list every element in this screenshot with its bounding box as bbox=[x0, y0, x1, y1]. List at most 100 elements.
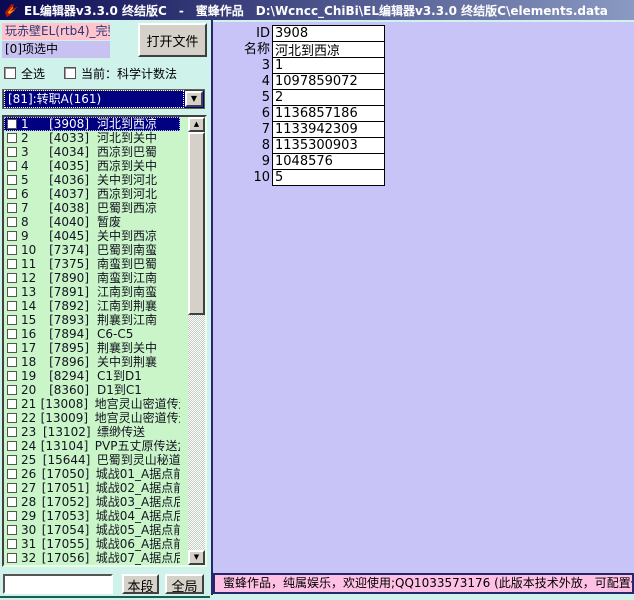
list-item[interactable]: 8 [4040] 暂废 bbox=[4, 215, 180, 229]
list-item[interactable]: 25 [15644] 巴蜀到灵山秘道 bbox=[4, 453, 180, 467]
list-item[interactable]: 29 [17053] 城战04_A据点后 bbox=[4, 509, 180, 523]
list-item[interactable]: 24 [13104] PVP五丈原传送盒 bbox=[4, 439, 180, 453]
element-list[interactable]: 1 [3908] 河北到西凉 2 [4033] 河北到关中 3 [4034] 西… bbox=[2, 115, 207, 567]
field-input[interactable] bbox=[272, 89, 385, 106]
list-item[interactable]: 10 [7374] 巴蜀到南蛮 bbox=[4, 243, 180, 257]
item-number: 8 bbox=[21, 215, 43, 229]
item-checkbox[interactable] bbox=[7, 175, 17, 185]
selection-count-label: [0]项选中 bbox=[2, 41, 110, 58]
list-item[interactable]: 7 [4038] 巴蜀到西凉 bbox=[4, 201, 180, 215]
list-item[interactable]: 6 [4037] 西凉到河北 bbox=[4, 187, 180, 201]
item-checkbox[interactable] bbox=[7, 189, 17, 199]
item-checkbox[interactable] bbox=[7, 329, 17, 339]
list-item[interactable]: 14 [7892] 江南到荆襄 bbox=[4, 299, 180, 313]
list-item[interactable]: 26 [17050] 城战01_A据点前 bbox=[4, 467, 180, 481]
item-checkbox[interactable] bbox=[7, 147, 17, 157]
item-checkbox[interactable] bbox=[7, 511, 17, 521]
list-item[interactable]: 4 [4035] 西凉到关中 bbox=[4, 159, 180, 173]
item-checkbox[interactable] bbox=[7, 399, 17, 409]
list-item[interactable]: 16 [7894] C6-C5 bbox=[4, 327, 180, 341]
global-search-button[interactable]: 全局 bbox=[165, 574, 204, 594]
item-checkbox[interactable] bbox=[7, 539, 17, 549]
field-input[interactable] bbox=[272, 121, 385, 138]
scrollbar-thumb[interactable] bbox=[188, 132, 205, 315]
item-checkbox[interactable] bbox=[7, 301, 17, 311]
item-checkbox[interactable] bbox=[7, 203, 17, 213]
item-checkbox[interactable] bbox=[7, 231, 17, 241]
item-checkbox[interactable] bbox=[7, 119, 17, 129]
list-item[interactable]: 20 [8360] D1到C1 bbox=[4, 383, 180, 397]
field-input[interactable] bbox=[272, 73, 385, 90]
item-checkbox[interactable] bbox=[7, 259, 17, 269]
list-item[interactable]: 18 [7896] 关中到荆襄 bbox=[4, 355, 180, 369]
item-number: 22 bbox=[21, 411, 41, 425]
section-search-button[interactable]: 本段 bbox=[122, 574, 159, 594]
item-checkbox[interactable] bbox=[7, 133, 17, 143]
item-checkbox[interactable] bbox=[7, 217, 17, 227]
search-input[interactable] bbox=[3, 574, 113, 594]
list-item[interactable]: 19 [8294] C1到D1 bbox=[4, 369, 180, 383]
category-dropdown[interactable]: [81]:转职A(161) ▼ bbox=[2, 89, 205, 109]
item-checkbox[interactable] bbox=[7, 469, 17, 479]
list-item[interactable]: 2 [4033] 河北到关中 bbox=[4, 131, 180, 145]
open-file-button[interactable]: 打开文件 bbox=[138, 23, 207, 57]
list-item[interactable]: 5 [4036] 关中到河北 bbox=[4, 173, 180, 187]
list-item[interactable]: 12 [7890] 南蛮到江南 bbox=[4, 271, 180, 285]
field-input[interactable] bbox=[272, 41, 385, 58]
list-item[interactable]: 9 [4045] 关中到西凉 bbox=[4, 229, 180, 243]
item-checkbox[interactable] bbox=[7, 161, 17, 171]
item-name: 城战02_A据点前 bbox=[96, 481, 180, 495]
item-checkbox[interactable] bbox=[7, 245, 17, 255]
field-input[interactable] bbox=[272, 169, 385, 186]
scientific-notation-checkbox[interactable] bbox=[64, 67, 76, 79]
item-name: 城战07_A据点后 bbox=[96, 551, 180, 565]
dropdown-arrow-icon[interactable]: ▼ bbox=[185, 91, 203, 107]
item-checkbox[interactable] bbox=[7, 385, 17, 395]
list-item[interactable]: 21 [13008] 地宫灵山密道传送 bbox=[4, 397, 180, 411]
field-input[interactable] bbox=[272, 105, 385, 122]
item-checkbox[interactable] bbox=[7, 441, 17, 451]
item-id: [8360] bbox=[43, 383, 89, 397]
item-checkbox[interactable] bbox=[7, 427, 17, 437]
item-checkbox[interactable] bbox=[7, 553, 17, 563]
list-scrollbar[interactable]: ▲ ▼ bbox=[188, 117, 205, 565]
item-checkbox[interactable] bbox=[7, 497, 17, 507]
list-item[interactable]: 17 [7895] 荆襄到关中 bbox=[4, 341, 180, 355]
item-checkbox[interactable] bbox=[7, 357, 17, 367]
field-input[interactable] bbox=[272, 57, 385, 74]
item-checkbox[interactable] bbox=[7, 413, 17, 423]
item-name: 西凉到关中 bbox=[97, 159, 157, 173]
item-id: [7892] bbox=[43, 299, 89, 313]
item-id: [7891] bbox=[43, 285, 89, 299]
field-input[interactable] bbox=[272, 137, 385, 154]
item-checkbox[interactable] bbox=[7, 315, 17, 325]
item-checkbox[interactable] bbox=[7, 287, 17, 297]
field-label: 10 bbox=[213, 169, 272, 186]
list-item[interactable]: 13 [7891] 江南到南蛮 bbox=[4, 285, 180, 299]
field-input[interactable] bbox=[272, 25, 385, 42]
item-id: [4033] bbox=[43, 131, 89, 145]
list-item[interactable]: 31 [17055] 城战06_A据点前 bbox=[4, 537, 180, 551]
list-item[interactable]: 23 [13102] 缥缈传送 bbox=[4, 425, 180, 439]
item-name: 关中到河北 bbox=[97, 173, 157, 187]
item-checkbox[interactable] bbox=[7, 371, 17, 381]
item-checkbox[interactable] bbox=[7, 455, 17, 465]
list-item[interactable]: 11 [7375] 南蛮到巴蜀 bbox=[4, 257, 180, 271]
list-item[interactable]: 27 [17051] 城战02_A据点前 bbox=[4, 481, 180, 495]
list-item[interactable]: 1 [3908] 河北到西凉 bbox=[4, 117, 180, 131]
list-item[interactable]: 22 [13009] 地宫灵山密道传送 bbox=[4, 411, 180, 425]
list-item[interactable]: 15 [7893] 荆襄到江南 bbox=[4, 313, 180, 327]
list-item[interactable]: 30 [17054] 城战05_A据点前 bbox=[4, 523, 180, 537]
item-number: 13 bbox=[21, 285, 43, 299]
field-input[interactable] bbox=[272, 153, 385, 170]
list-item[interactable]: 28 [17052] 城战03_A据点后 bbox=[4, 495, 180, 509]
list-item[interactable]: 3 [4034] 西凉到巴蜀 bbox=[4, 145, 180, 159]
item-checkbox[interactable] bbox=[7, 343, 17, 353]
item-checkbox[interactable] bbox=[7, 483, 17, 493]
scroll-up-icon[interactable]: ▲ bbox=[188, 117, 205, 132]
select-all-checkbox[interactable] bbox=[4, 67, 16, 79]
item-checkbox[interactable] bbox=[7, 273, 17, 283]
item-checkbox[interactable] bbox=[7, 525, 17, 535]
list-item[interactable]: 32 [17056] 城战07_A据点后 bbox=[4, 551, 180, 565]
scroll-down-icon[interactable]: ▼ bbox=[188, 550, 205, 565]
